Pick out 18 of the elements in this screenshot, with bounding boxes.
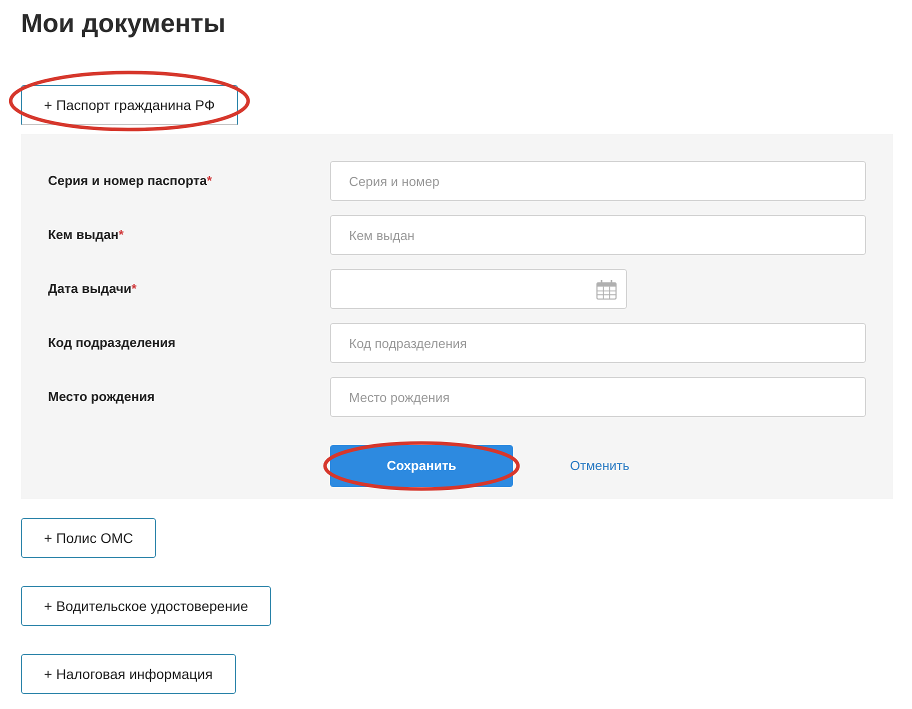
field-label: Дата выдачи* bbox=[48, 280, 138, 298]
document-toggle-button[interactable]: + Налоговая информация bbox=[21, 654, 236, 694]
field-label: Код подразделения bbox=[48, 334, 176, 352]
document-toggle-button[interactable]: + Паспорт гражданина РФ bbox=[21, 85, 238, 125]
input-field[interactable]: Серия и номер bbox=[330, 161, 866, 201]
date-field[interactable] bbox=[330, 269, 627, 309]
input-field[interactable]: Кем выдан bbox=[330, 215, 866, 255]
cancel-link[interactable]: Отменить bbox=[570, 456, 630, 476]
save-button[interactable]: Сохранить bbox=[330, 445, 513, 487]
input-field[interactable]: Место рождения bbox=[330, 377, 866, 417]
calendar-icon[interactable] bbox=[596, 278, 617, 300]
input-field[interactable]: Код подразделения bbox=[330, 323, 866, 363]
page-title: Мои документы bbox=[21, 8, 226, 38]
field-label: Серия и номер паспорта* bbox=[48, 172, 213, 190]
document-toggle-button[interactable]: + Полис ОМС bbox=[21, 518, 156, 558]
field-label: Место рождения bbox=[48, 388, 156, 406]
field-label: Кем выдан* bbox=[48, 226, 125, 244]
document-toggle-button[interactable]: + Водительское удостоверение bbox=[21, 586, 272, 626]
